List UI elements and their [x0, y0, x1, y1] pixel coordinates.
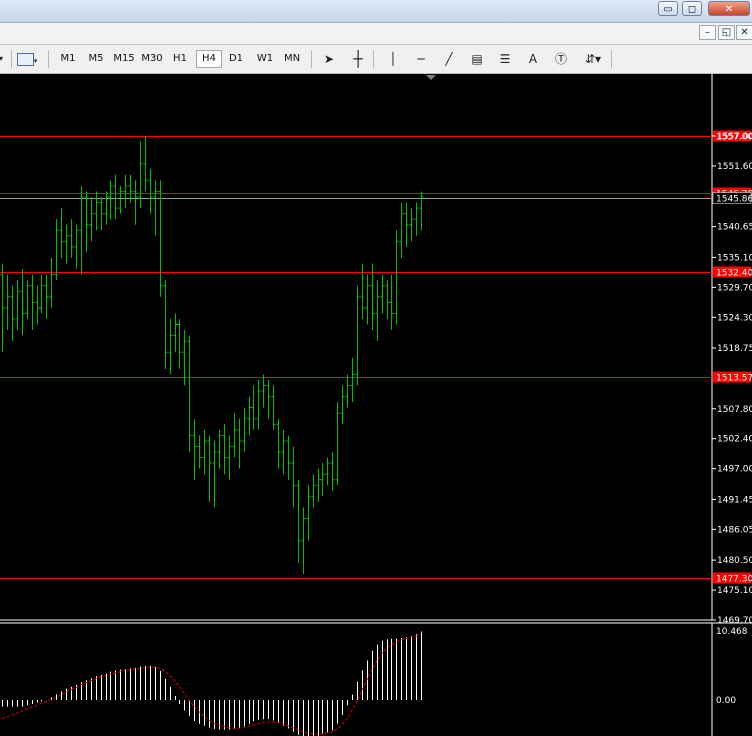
price-axis-label: 1475.10 — [717, 586, 752, 596]
chart-shift-marker[interactable] — [426, 75, 436, 80]
price-axis-label: 1469.70 — [717, 616, 752, 626]
ohlc-bars — [0, 136, 424, 574]
price-axis-label: 1502.40 — [717, 435, 752, 445]
price-axis-label: 1486.05 — [717, 525, 752, 535]
current-price-label: 1545.86 — [716, 195, 752, 205]
level-lines: 1557.001546.701532.401513.571477.301545.… — [0, 130, 752, 585]
indicator-pane: 10.468 0.00 — [1, 627, 748, 736]
price-axis-label: 1524.30 — [717, 313, 752, 323]
price-axis-label: 1491.45 — [717, 495, 752, 505]
price-axis-label: 1507.80 — [717, 405, 752, 415]
price-axis-label: 1518.75 — [717, 344, 752, 354]
chart-frame — [0, 74, 752, 736]
price-axis-label: 1529.70 — [717, 283, 752, 293]
level-price-label: 1513.57 — [716, 374, 752, 384]
price-axis-label: 1535.10 — [717, 253, 752, 263]
level-price-label: 1532.40 — [716, 269, 752, 279]
price-axis-label: 1480.50 — [717, 556, 752, 566]
price-axis-label: 1497.00 — [717, 465, 752, 475]
signal-line — [1, 634, 422, 735]
price-axis-label: 1557.00 — [717, 132, 752, 142]
price-chart[interactable]: 1557.001546.701532.401513.571477.301545.… — [0, 0, 752, 736]
indicator-axis-label: 0.00 — [716, 696, 736, 706]
price-axis-label: 1551.60 — [717, 162, 752, 172]
price-axis-label: 1540.65 — [717, 223, 752, 233]
indicator-axis-label: 10.468 — [716, 627, 748, 637]
level-price-label: 1477.30 — [716, 575, 752, 585]
